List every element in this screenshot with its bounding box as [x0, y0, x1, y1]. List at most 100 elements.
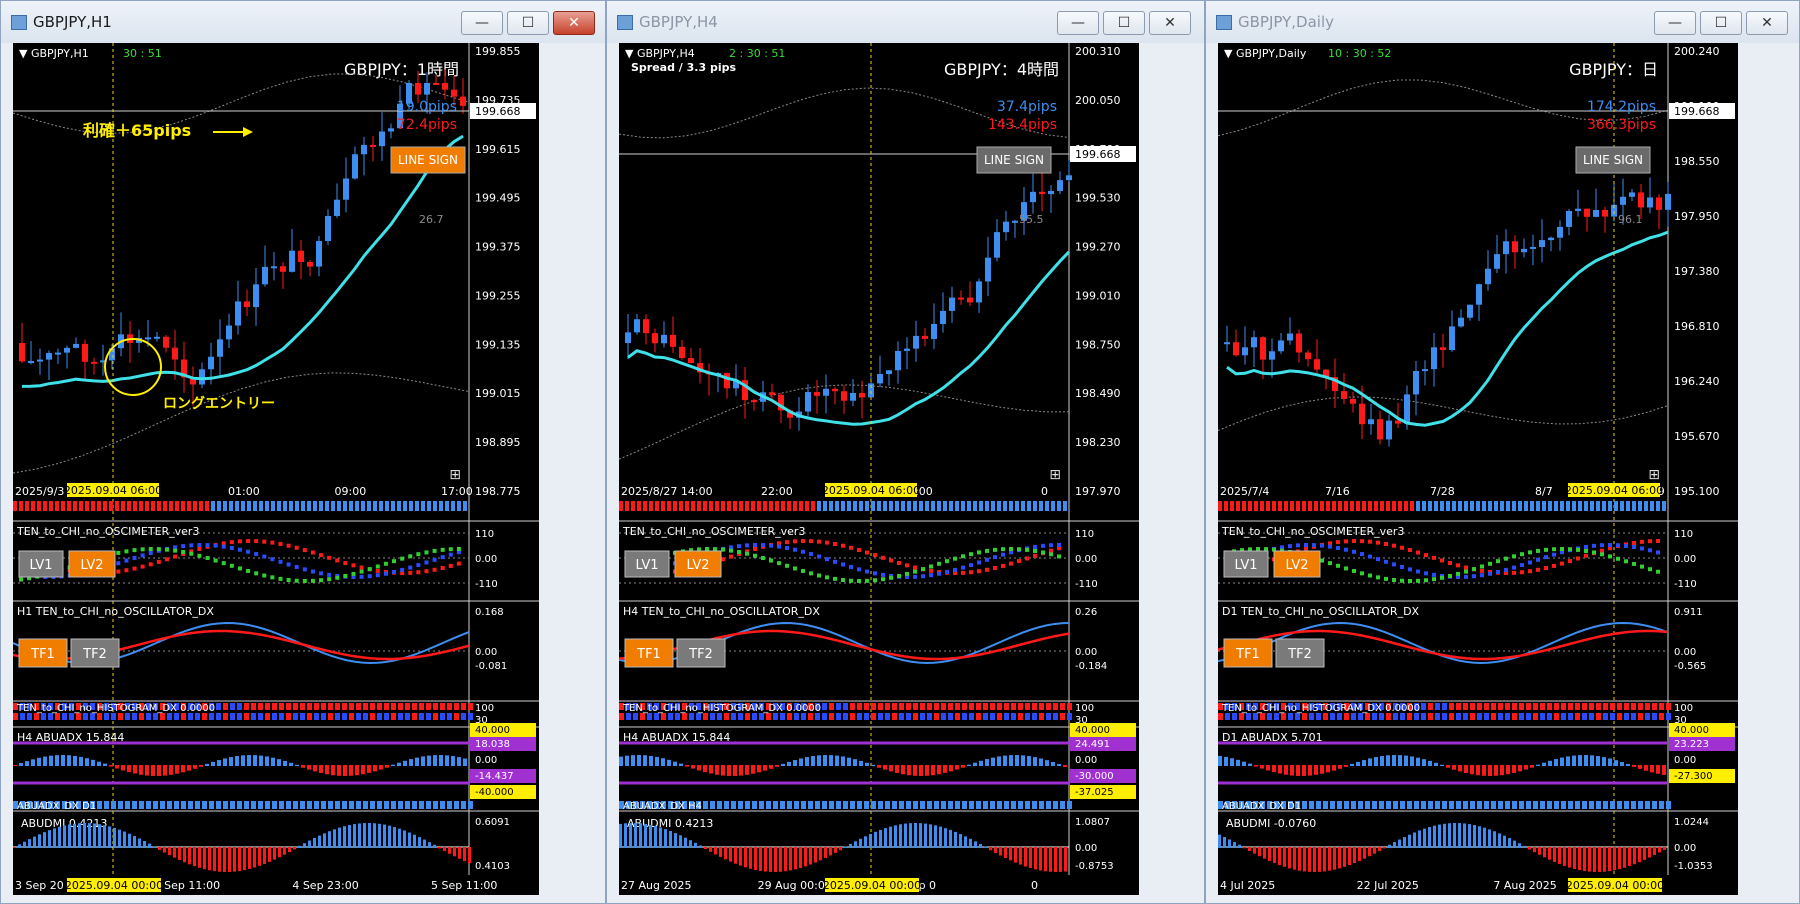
chart-area[interactable]: ▼ GBPJPY,H1 30 : 51GBPJPY：1時間199.855199.7… [13, 43, 539, 895]
abudmi-bar [168, 847, 171, 856]
oscimeter-dot [124, 568, 129, 573]
abudmi-bar [939, 826, 942, 848]
close-button[interactable]: ✕ [553, 11, 595, 35]
abudmi-bar [368, 823, 371, 848]
abuadx-d1-cell [398, 801, 403, 809]
histogram-cell [216, 713, 221, 720]
oscimeter-dot [1041, 550, 1045, 555]
abudmi-bar [1253, 847, 1256, 854]
oscimeter-dot [140, 547, 145, 552]
abudmi-bar [744, 847, 747, 868]
abuadx-d1-cell [167, 801, 172, 809]
minimize-button[interactable]: — [461, 11, 503, 35]
signal-strip-tick [1410, 501, 1414, 511]
bottom-x-label: 4 Jul 2025 [1220, 879, 1275, 892]
abuadx-bar [871, 764, 875, 766]
maximize-button[interactable]: ☐ [507, 11, 549, 35]
signal-strip-tick [349, 501, 353, 511]
chart-area[interactable]: ▼ GBPJPY,Daily 10 : 30 : 52GBPJPY：日200.24… [1218, 43, 1738, 895]
histogram-cell [97, 713, 102, 720]
maximize-button[interactable]: ☐ [1103, 11, 1145, 35]
abudmi-bar [1508, 838, 1511, 848]
window-titlebar[interactable]: GBPJPY,Daily — ☐ ✕ [1206, 1, 1799, 43]
abudmi-bar [83, 823, 86, 848]
histogram-title: TEN_to_CHI_no_HISTOGRAM_DX 0.0000 [622, 703, 821, 714]
signal-strip-tick [85, 501, 89, 511]
abuadx-bar [97, 761, 101, 766]
window-titlebar[interactable]: GBPJPY,H4 — ☐ ✕ [607, 1, 1204, 43]
abuadx-bar [1320, 765, 1324, 774]
abudmi-bar [108, 826, 111, 848]
candle [967, 297, 973, 303]
oscimeter-dot [1368, 554, 1372, 559]
histogram-cell [878, 703, 883, 710]
y-tick-label: 198.550 [1674, 155, 1720, 168]
histogram-cell [1638, 713, 1643, 720]
oscimeter-dot [124, 549, 129, 554]
abuadx-d1-cell [871, 801, 876, 809]
abudmi-bar [884, 828, 887, 848]
candle [64, 347, 70, 353]
abudmi-bar [894, 825, 897, 848]
abudmi-bar [1318, 847, 1321, 872]
oscimeter-tick: -110 [475, 579, 498, 590]
abuadx-d1-cell [962, 801, 967, 809]
histogram-cell [794, 713, 799, 720]
signal-strip-tick [97, 501, 101, 511]
signal-strip-tick [451, 501, 455, 511]
window-titlebar[interactable]: GBPJPY,H1 — ☐ ✕ [1, 1, 605, 43]
main-panel-bg [619, 43, 1139, 513]
abuadx-bar [1464, 765, 1468, 773]
signal-strip-tick [1644, 501, 1648, 511]
chart-window-daily[interactable]: GBPJPY,Daily — ☐ ✕ ▼ GBPJPY,Daily 10 : 30… [1205, 0, 1800, 904]
histogram-cell [1484, 703, 1489, 710]
candle [949, 297, 955, 311]
close-button[interactable]: ✕ [1746, 11, 1788, 35]
abudmi-bar [944, 828, 947, 848]
histogram-cell [675, 713, 680, 720]
histogram-cell [223, 713, 228, 720]
abuadx-bar [907, 765, 911, 776]
oscimeter-dot [359, 574, 364, 579]
y-tick-label: 200.310 [1075, 45, 1121, 58]
abuadx-bar [1254, 765, 1258, 767]
close-button[interactable]: ✕ [1149, 11, 1191, 35]
abuadx-bar [157, 765, 161, 776]
abudmi-bar [899, 824, 902, 848]
abuadx-tick: 24.491 [1075, 739, 1110, 750]
y-tick-label: 199.375 [475, 241, 521, 254]
chart-window-h4[interactable]: GBPJPY,H4 — ☐ ✕ ▼ GBPJPY,H4 2 : 30 : 51 Sp… [606, 0, 1205, 904]
y-tick-label: 199.010 [1075, 289, 1121, 302]
abuadx-bar [235, 756, 239, 766]
chart-area[interactable]: ▼ GBPJPY,H4 2 : 30 : 51Spread / 3.3 pips G… [619, 43, 1139, 895]
histogram-cell [300, 713, 305, 720]
histogram-cell [363, 713, 368, 720]
minimize-button[interactable]: — [1057, 11, 1099, 35]
signal-strip-tick [109, 501, 113, 511]
oscimeter-dot [1528, 560, 1532, 565]
abuadx-bar [1500, 765, 1504, 776]
maximize-button[interactable]: ☐ [1700, 11, 1742, 35]
histogram-cell [321, 703, 326, 710]
abuadx-d1-cell [433, 801, 438, 809]
histogram-cell [626, 713, 631, 720]
abuadx-d1-cell [976, 801, 981, 809]
oscimeter-dot [383, 571, 388, 576]
abuadx-bar [367, 765, 371, 773]
oscimeter-dot [825, 575, 829, 580]
oscimeter-dot [833, 541, 837, 546]
abuadx-d1-title: ABUADX_DX H4 [623, 801, 702, 812]
oscimeter-dot [1552, 547, 1556, 552]
oscillator-tick: -0.184 [1075, 661, 1107, 672]
abudmi-bar [1553, 847, 1556, 862]
histogram-cell [1596, 703, 1601, 710]
abuadx-d1-cell [265, 801, 270, 809]
chart-window-h1[interactable]: GBPJPY,H1 — ☐ ✕ ▼ GBPJPY,H1 30 : 51 GBPJPY… [0, 0, 606, 904]
countdown-timer: 2 : 30 : 51 [729, 47, 785, 60]
oscimeter-dot [1424, 578, 1428, 583]
histogram-cell [1596, 713, 1601, 720]
minimize-button[interactable]: — [1654, 11, 1696, 35]
candle [73, 343, 79, 348]
oscimeter-dot [286, 543, 291, 548]
abuadx-bar [241, 755, 245, 766]
